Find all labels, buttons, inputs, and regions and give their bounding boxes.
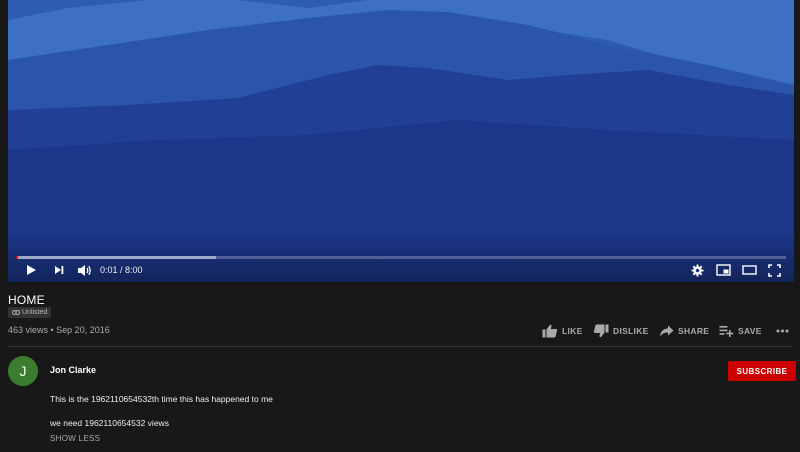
subscribe-button[interactable]: SUBSCRIBE — [728, 361, 796, 381]
miniplayer-icon — [715, 264, 731, 276]
share-button[interactable]: SHARE — [659, 323, 709, 339]
play-icon — [27, 265, 36, 275]
like-label: LIKE — [562, 326, 583, 336]
settings-button[interactable] — [688, 262, 706, 278]
theater-icon — [741, 265, 757, 275]
play-button[interactable] — [22, 262, 40, 278]
time-display: 0:01 / 8:00 — [100, 265, 143, 275]
miniplayer-button[interactable] — [714, 262, 732, 278]
video-title: HOME — [8, 293, 45, 307]
dislike-button[interactable]: DISLIKE — [593, 323, 649, 339]
fullscreen-button[interactable] — [765, 262, 783, 278]
progress-bar[interactable] — [16, 256, 786, 259]
visibility-badge: Unlisted — [8, 307, 52, 318]
playlist-add-icon — [719, 326, 734, 337]
theater-button[interactable] — [740, 262, 758, 278]
settings-icon — [690, 263, 704, 277]
channel-avatar[interactable]: J — [8, 356, 38, 386]
fullscreen-icon — [767, 263, 781, 277]
thumbs-up-icon — [542, 324, 558, 338]
volume-icon — [77, 264, 91, 276]
visibility-label: Unlisted — [22, 309, 48, 316]
thumbs-down-icon — [593, 324, 609, 338]
like-button[interactable]: LIKE — [542, 323, 583, 339]
show-less-button[interactable]: SHOW LESS — [50, 434, 100, 443]
more-actions-button[interactable] — [776, 323, 789, 339]
buffered-bar — [16, 256, 217, 259]
section-divider — [8, 346, 792, 347]
channel-name[interactable]: Jon Clarke — [50, 365, 96, 375]
played-bar — [16, 256, 18, 259]
description-line-1: This is the 1962110654532th time this ha… — [50, 394, 273, 404]
next-icon — [55, 266, 64, 274]
dislike-label: DISLIKE — [613, 326, 649, 336]
save-button[interactable]: SAVE — [719, 323, 762, 339]
share-label: SHARE — [678, 326, 710, 336]
volume-button[interactable] — [74, 262, 94, 278]
save-label: SAVE — [738, 326, 762, 336]
next-button[interactable] — [50, 262, 68, 278]
view-count-date: 463 views • Sep 20, 2016 — [8, 325, 110, 335]
description-line-2: we need 1962110654532 views — [50, 418, 169, 428]
share-icon — [659, 325, 674, 337]
link-icon — [12, 310, 20, 315]
video-player[interactable]: 0:01 / 8:00 — [8, 0, 794, 282]
more-horizontal-icon — [776, 329, 789, 333]
